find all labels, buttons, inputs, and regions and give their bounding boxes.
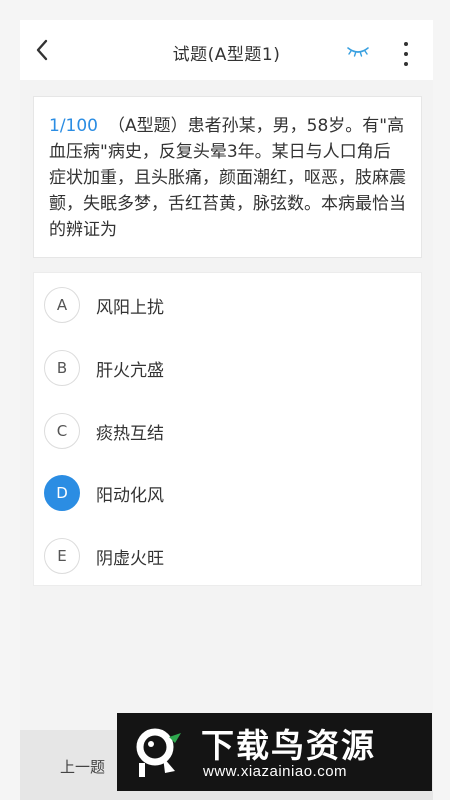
options-list: A 风阳上扰 B 肝火亢盛 C 痰热互结 D 阳动化风 E 阴虚火旺 [33,272,422,586]
more-dot [404,62,408,66]
option-text: 肝火亢盛 [96,360,164,381]
more-dot [404,52,408,56]
option-letter: B [44,350,80,386]
option-letter: E [44,538,80,574]
toggle-answer-button[interactable] [346,42,370,60]
previous-question-button[interactable]: 上一题 [60,756,105,777]
watermark-title: 下载鸟资源 [201,726,376,765]
top-bar: 试题(A型题1) [20,20,433,80]
option-text: 风阳上扰 [96,297,164,318]
app-frame: 试题(A型题1) 1/100 （A型题）患者孙某，男，58岁。有"高血压病"病史，… [20,20,433,800]
bird-logo-icon [136,728,181,777]
option-c[interactable]: C 痰热互结 [44,405,404,457]
closed-eye-icon [347,47,369,57]
option-letter: C [44,413,80,449]
option-a[interactable]: A 风阳上扰 [44,279,404,331]
more-menu-button[interactable] [396,40,416,68]
question-text: （A型题）患者孙某，男，58岁。有"高血压病"病史，反复头晕3年。某日与人口角后… [49,116,406,240]
watermark-url: www.xiazainiao.com [203,763,348,780]
option-text: 痰热互结 [96,423,164,444]
option-letter-selected: D [44,475,80,511]
question-card: 1/100 （A型题）患者孙某，男，58岁。有"高血压病"病史，反复头晕3年。某日… [33,96,422,258]
more-vertical-icon [404,42,408,46]
watermark-banner: 下载鸟资源 www.xiazainiao.com [117,713,432,791]
option-text: 阳动化风 [96,485,164,506]
question-number: 1/100 [49,116,98,136]
option-d[interactable]: D 阳动化风 [44,467,404,519]
option-text: 阴虚火旺 [96,548,164,569]
option-letter: A [44,287,80,323]
page-title: 试题(A型题1) [172,45,281,65]
option-b[interactable]: B 肝火亢盛 [44,342,404,394]
option-e[interactable]: E 阴虚火旺 [44,530,404,582]
